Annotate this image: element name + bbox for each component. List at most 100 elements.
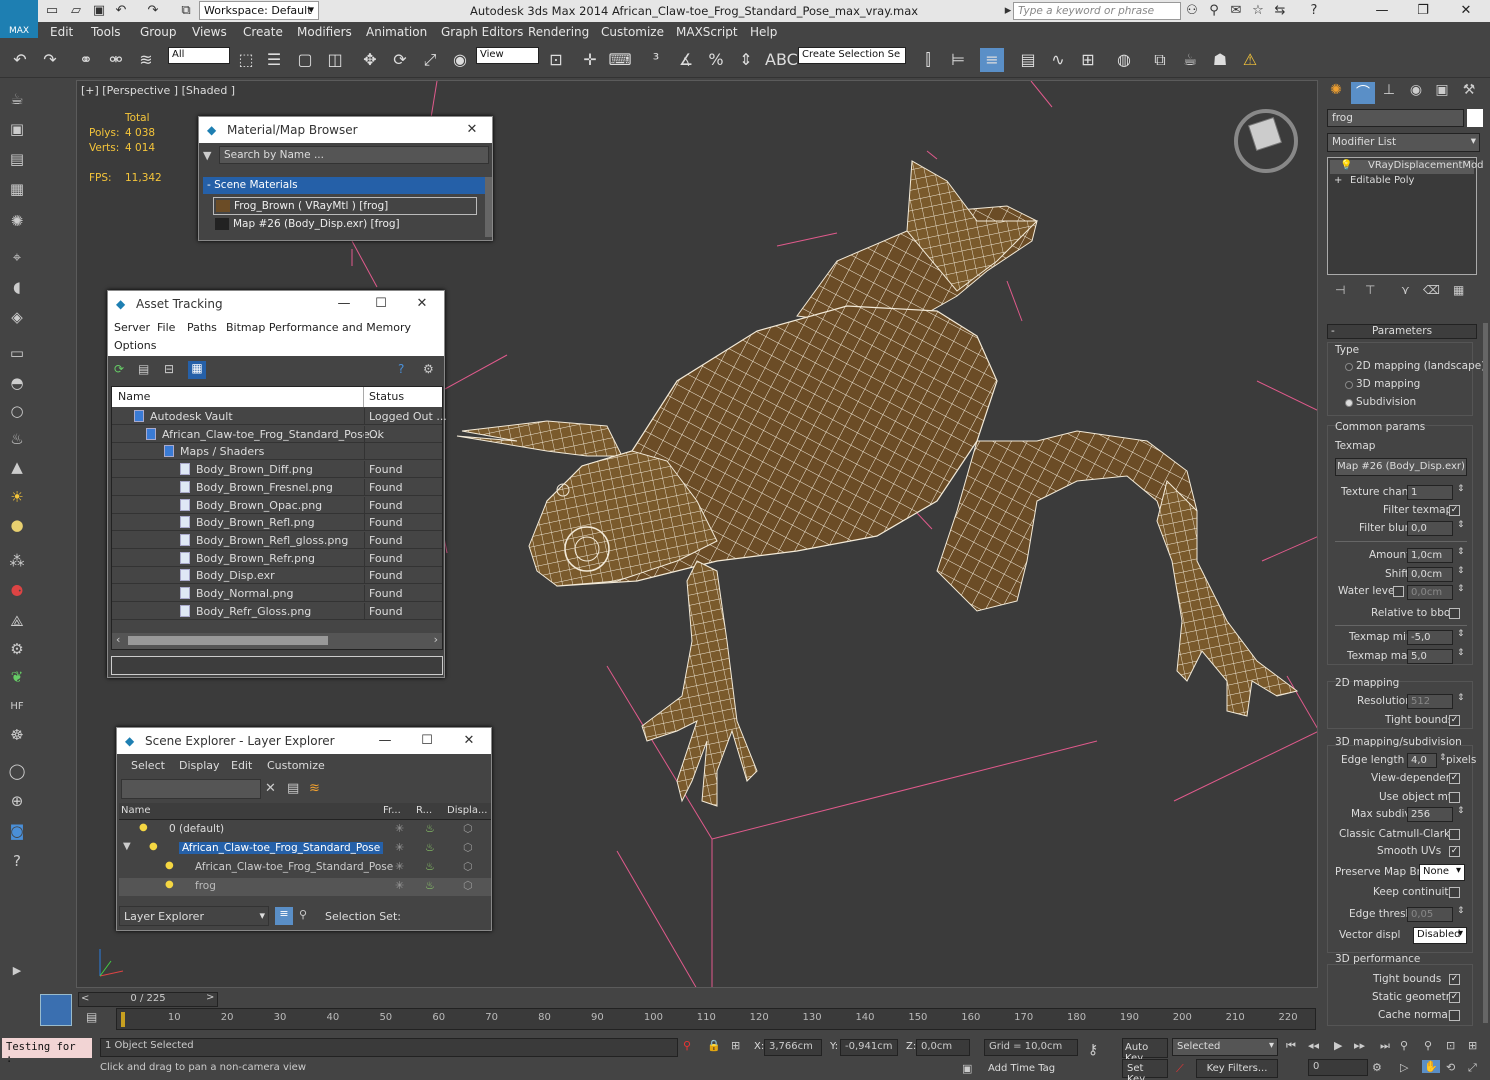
render-icon[interactable]: ♨	[425, 860, 435, 873]
light-bulb-icon[interactable]: ✺	[6, 210, 28, 232]
amount-spinner[interactable]: 1,0cm	[1407, 548, 1453, 563]
refresh-icon[interactable]: ⟳	[114, 362, 130, 378]
audio-icon[interactable]: ◖	[6, 276, 28, 298]
col-display[interactable]: Displa...	[447, 805, 487, 816]
material-icon[interactable]: ◈	[6, 306, 28, 328]
menu-bitmap-performance[interactable]: Bitmap Performance and Memory	[226, 321, 411, 334]
field-of-view-icon[interactable]: ▷	[1400, 1061, 1408, 1074]
select-and-link-icon[interactable]: ⚭	[74, 48, 98, 72]
water-level-checkbox[interactable]	[1393, 586, 1404, 597]
explorer-row[interactable]: ● African_Claw-toe_Frog_Standard_Pose ✳ ♨ ⬡	[119, 840, 491, 858]
zoom-all-icon[interactable]: ⚲	[1424, 1039, 1432, 1052]
vector-displ-dropdown[interactable]: Disabled ▾	[1413, 927, 1467, 944]
key-mode-dropdown[interactable]: Selected ▾	[1172, 1038, 1278, 1056]
spinner-arrows-icon[interactable]: ⇕	[1457, 584, 1465, 594]
display-icon[interactable]: ⬡	[463, 879, 473, 892]
spinner-arrows-icon[interactable]: ⇕	[1457, 566, 1465, 576]
menu-customize[interactable]: Customize	[267, 759, 325, 772]
modify-tab-icon[interactable]: ⌒	[1351, 82, 1375, 104]
communication-center-icon[interactable]: ✉	[1228, 3, 1244, 19]
key-icon[interactable]: ⚷	[1088, 1042, 1098, 1058]
list-view-icon[interactable]: ▤	[138, 362, 154, 378]
layer-options-icon[interactable]: ≋	[309, 781, 320, 796]
sphere-icon[interactable]: ○	[6, 400, 28, 422]
zoom-region-icon[interactable]: ⊕	[6, 790, 28, 812]
mirror-icon[interactable]: ⫿	[916, 48, 940, 72]
scroll-left-icon[interactable]: ‹	[116, 633, 120, 646]
menu-file[interactable]: File	[157, 321, 175, 334]
orbit-icon[interactable]: ⟲	[1446, 1061, 1455, 1074]
spinner-arrows-icon[interactable]: ⇕	[1457, 484, 1465, 494]
menu-animation[interactable]: Animation	[366, 25, 427, 39]
static-geometry-checkbox[interactable]: ✓	[1449, 992, 1460, 1003]
view-dependent-checkbox[interactable]: ✓	[1449, 773, 1460, 784]
move-icon[interactable]: ✥	[358, 48, 382, 72]
align-icon[interactable]: ⊨	[946, 48, 970, 72]
visibility-bulb-icon[interactable]: ●	[139, 822, 148, 833]
undo-icon[interactable]: ↶	[113, 3, 129, 19]
slider-right-icon[interactable]: >	[206, 992, 214, 1003]
spinner-snap-icon[interactable]: ⇕	[734, 48, 758, 72]
angle-snap-icon[interactable]: ∡	[674, 48, 698, 72]
favorites-star-icon[interactable]: ☆	[1250, 3, 1266, 19]
edge-thresh-spinner[interactable]: 0,05	[1407, 907, 1453, 922]
hemisphere-icon[interactable]: ◓	[6, 372, 28, 394]
material-search-input[interactable]: Search by Name ...	[219, 146, 489, 164]
close-icon[interactable]: ✕	[449, 728, 489, 754]
close-icon[interactable]: ✕	[452, 117, 492, 143]
col-freeze[interactable]: Fr...	[383, 805, 401, 816]
menu-views[interactable]: Views	[192, 25, 227, 39]
window-crossing-icon[interactable]: ◫	[323, 48, 347, 72]
minimize-icon[interactable]: —	[365, 728, 405, 754]
current-frame-field[interactable]: 0	[1308, 1059, 1368, 1076]
parameters-rollout-header[interactable]: - Parameters	[1327, 324, 1477, 339]
freeze-icon[interactable]: ✳	[395, 841, 404, 854]
freeze-icon[interactable]: ✳	[395, 879, 404, 892]
menu-maxscript[interactable]: MAXScript	[676, 25, 738, 39]
pan-hand-icon[interactable]: ✋	[1422, 1060, 1440, 1073]
render-icon[interactable]: ♨	[425, 822, 435, 835]
help-icon[interactable]: ?	[6, 850, 28, 872]
display-icon[interactable]: ⬡	[463, 841, 473, 854]
spinner-arrows-icon[interactable]: ⇕	[1457, 806, 1465, 816]
asset-row[interactable]: Body_Brown_Refr.png Found	[112, 549, 442, 567]
select-by-name-icon[interactable]: ☰	[262, 48, 286, 72]
workspace-dropdown[interactable]: Workspace: Default ▾	[199, 1, 319, 20]
close-button[interactable]: ✕	[1446, 0, 1486, 22]
unlink-icon[interactable]: ⚮	[104, 48, 128, 72]
subscription-icon[interactable]: ⚲	[1206, 3, 1222, 19]
freeze-icon[interactable]: ✳	[395, 860, 404, 873]
asset-row[interactable]: Body_Brown_Diff.png Found	[112, 461, 442, 479]
render-icon[interactable]: ♨	[425, 841, 435, 854]
help-search-input[interactable]: Type a keyword or phrase	[1013, 2, 1181, 20]
time-config-icon[interactable]: ⚙	[1372, 1061, 1382, 1074]
menu-help[interactable]: Help	[750, 25, 777, 39]
configure-sets-icon[interactable]: ▦	[1453, 283, 1464, 297]
scroll-right-icon[interactable]: ›	[434, 633, 438, 646]
percent-snap-icon[interactable]: %	[704, 48, 728, 72]
layer-manager-icon[interactable]: ≡	[980, 48, 1004, 72]
select-object-icon[interactable]: ⬚	[234, 48, 258, 72]
time-tag-icon[interactable]: ▣	[962, 1062, 972, 1075]
menu-edit[interactable]: Edit	[50, 25, 73, 39]
sun-icon[interactable]: ☀	[6, 486, 28, 508]
layers-mode-icon[interactable]: ≡	[275, 907, 293, 925]
frog-model[interactable]	[456, 160, 1299, 807]
hierarchy-tab-icon[interactable]: ⊥	[1378, 82, 1400, 104]
plant-icon[interactable]: ❦	[6, 666, 28, 688]
particles-icon[interactable]: ⁂	[6, 550, 28, 572]
menu-display[interactable]: Display	[179, 759, 220, 772]
teapot-icon[interactable]: ♨	[6, 428, 28, 450]
absolute-mode-icon[interactable]: ⊞	[731, 1039, 740, 1052]
col-header-name[interactable]: Name	[112, 387, 364, 407]
menu-rendering[interactable]: Rendering	[528, 25, 589, 39]
preserve-map-bnd-dropdown[interactable]: None ▾	[1419, 864, 1465, 881]
new-file-icon[interactable]: ▭	[44, 3, 60, 19]
fur-icon[interactable]: ☸	[6, 724, 28, 746]
maximize-viewport-icon[interactable]: ⤢	[1468, 1061, 1477, 1075]
asset-path-field[interactable]	[111, 656, 443, 675]
utilities-tab-icon[interactable]: ⚒	[1458, 82, 1480, 104]
lock-selection-icon[interactable]: 🔒	[707, 1039, 721, 1052]
rectangular-selection-icon[interactable]: ▢	[293, 48, 317, 72]
select-place-icon[interactable]: ◉	[448, 48, 472, 72]
